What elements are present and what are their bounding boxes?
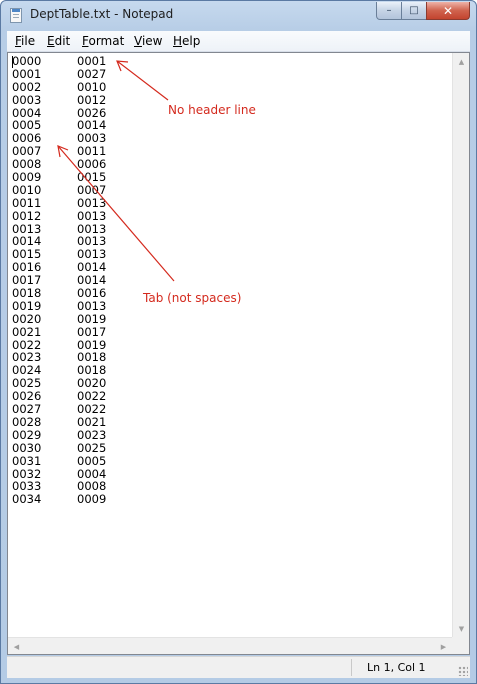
header-note-label: No header line — [168, 103, 256, 117]
tab-note-label: Tab (not spaces) — [143, 291, 242, 305]
tab-note-arrow — [57, 145, 175, 282]
header-note-arrow — [116, 60, 169, 101]
